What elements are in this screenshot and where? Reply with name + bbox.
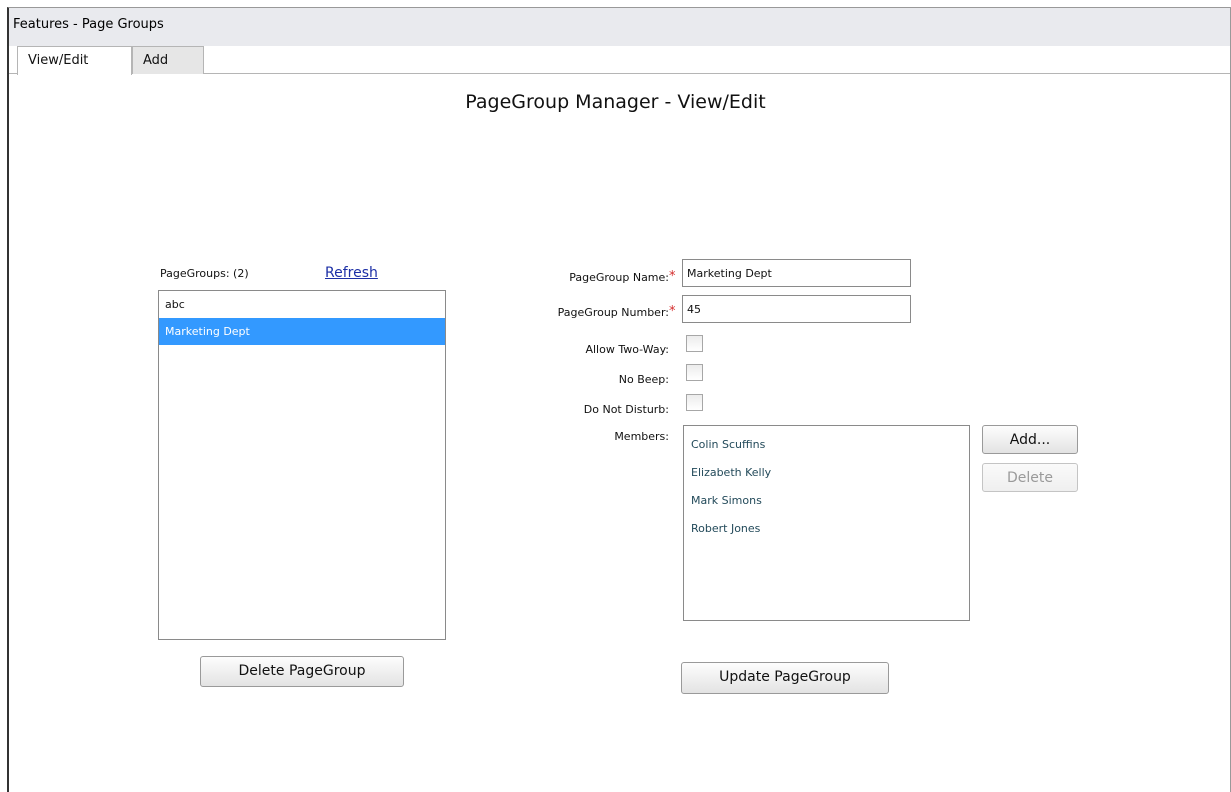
tab-bar: View/Edit Add [9, 46, 1230, 75]
delete-pagegroup-button[interactable]: Delete PageGroup [200, 656, 404, 687]
tab-view-edit[interactable]: View/Edit [17, 46, 132, 75]
tab-add[interactable]: Add [132, 46, 204, 74]
pagegroup-name-label: PageGroup Name: [569, 271, 669, 284]
list-item[interactable]: Mark Simons [684, 486, 969, 514]
pagegroups-count-label: PageGroups: (2) [160, 267, 249, 280]
add-member-button[interactable]: Add... [982, 425, 1078, 454]
members-list[interactable]: Colin Scuffins Elizabeth Kelly Mark Simo… [683, 425, 970, 621]
do-not-disturb-label: Do Not Disturb: [583, 403, 669, 416]
allow-two-way-checkbox[interactable] [686, 335, 703, 352]
required-marker: * [669, 304, 676, 319]
list-item[interactable]: Elizabeth Kelly [684, 458, 969, 486]
list-item[interactable]: Robert Jones [684, 514, 969, 542]
title-bar: Features - Page Groups [9, 8, 1230, 46]
list-item[interactable]: Marketing Dept [159, 318, 445, 345]
required-marker: * [669, 269, 676, 284]
pagegroup-number-input[interactable]: 45 [682, 295, 911, 323]
window-title: Features - Page Groups [13, 17, 164, 32]
update-pagegroup-button[interactable]: Update PageGroup [681, 662, 889, 694]
page-title: PageGroup Manager - View/Edit [465, 91, 766, 113]
list-item[interactable]: Colin Scuffins [684, 430, 969, 458]
allow-two-way-label: Allow Two-Way: [585, 343, 669, 356]
pagegroup-number-label: PageGroup Number: [557, 306, 669, 319]
no-beep-checkbox[interactable] [686, 364, 703, 381]
pagegroup-name-input[interactable]: Marketing Dept [682, 259, 911, 287]
refresh-link[interactable]: Refresh [325, 265, 378, 281]
members-label: Members: [614, 430, 669, 443]
delete-member-button[interactable]: Delete [982, 463, 1078, 492]
list-item[interactable]: abc [159, 291, 445, 318]
pagegroup-list[interactable]: abc Marketing Dept [158, 290, 446, 640]
no-beep-label: No Beep: [618, 373, 669, 386]
do-not-disturb-checkbox[interactable] [686, 394, 703, 411]
